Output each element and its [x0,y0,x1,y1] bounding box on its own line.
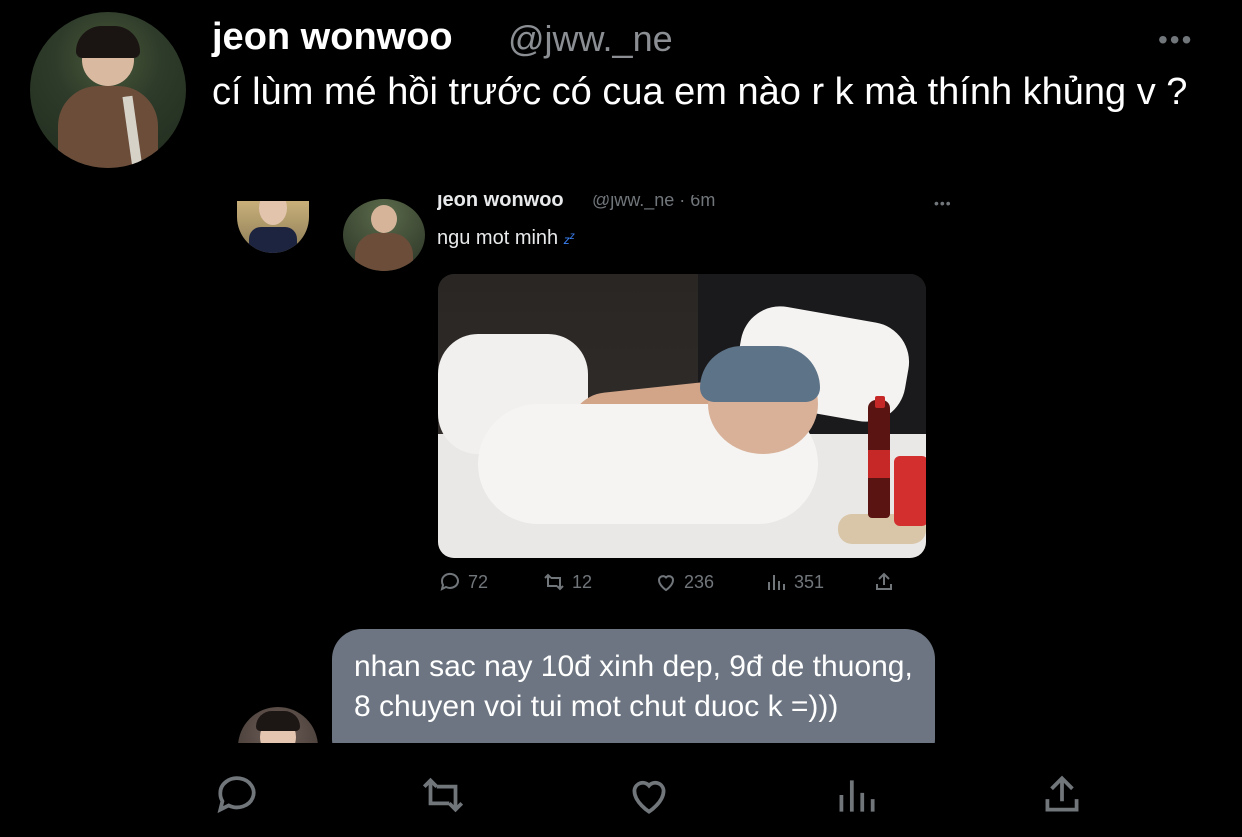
share-icon [876,572,892,590]
like-icon [657,575,675,592]
avatar-head [259,201,287,225]
avatar-body [355,233,413,271]
embedded-tweet-text-content: ngu mot minh [437,227,559,249]
author-name[interactable]: jeon wonwoo [212,16,453,59]
embedded-more-icon: ••• [934,195,950,211]
photo-bottle-cap [875,396,885,408]
tweet-text: cí lùm mé hồi trước có cua em nào r k mà… [212,71,1188,113]
embedded-author-avatar [343,199,425,271]
avatar-hair [76,26,140,58]
reply-message-bubble: nhan sac nay 10đ xinh dep, 9đ de thuong,… [332,629,935,743]
views-count: 351 [794,571,825,592]
views-button[interactable] [831,770,881,820]
like-button[interactable] [624,770,674,820]
reply-button[interactable] [212,770,262,820]
retweet-button[interactable] [418,770,468,820]
embedded-views-stat: 351 [764,570,824,594]
author-avatar[interactable] [30,12,186,168]
retweet-icon [422,777,464,813]
avatar-body [58,86,158,168]
avatar-suit [249,227,297,253]
retweet-count: 12 [572,571,593,592]
embedded-tweet-text: ngu mot minh zz [437,227,575,250]
author-handle[interactable]: @jww._ne [508,18,673,60]
more-icon[interactable]: ••• [1158,24,1193,56]
embedded-like-stat: 236 [654,570,714,594]
like-icon [632,780,666,814]
embedded-share-stat [872,570,896,594]
reply-count: 72 [468,571,489,592]
zzz-emoji: zz [563,231,575,247]
avatar-head [371,205,397,233]
retweet-icon [544,573,564,591]
views-icon [839,780,875,812]
reply-icon [440,572,459,591]
tweet-action-bar [0,750,1242,837]
like-count: 236 [684,571,715,592]
photo-bottle-label [868,450,890,478]
reply-avatar [238,707,318,743]
avatar-hair [256,711,300,731]
embedded-screenshot[interactable]: jeon wonwoo @jww._ne · 6m ••• ngu mot mi… [230,195,950,743]
embedded-retweet-stat: 12 [542,570,592,594]
embedded-tweet-photo [438,274,926,558]
share-icon [1045,775,1079,812]
embedded-avatar-left [237,201,309,253]
share-button[interactable] [1037,770,1087,820]
embedded-reply-stat: 72 [438,570,488,594]
reply-icon [217,776,256,814]
views-icon [768,575,785,590]
embedded-author-name: jeon wonwoo [437,195,564,211]
photo-cola-can [894,456,926,526]
photo-hair [700,346,820,402]
embedded-tweet-actions: 72 12 236 351 [438,570,918,600]
embedded-author-handle: @jww._ne · 6m [592,195,716,210]
